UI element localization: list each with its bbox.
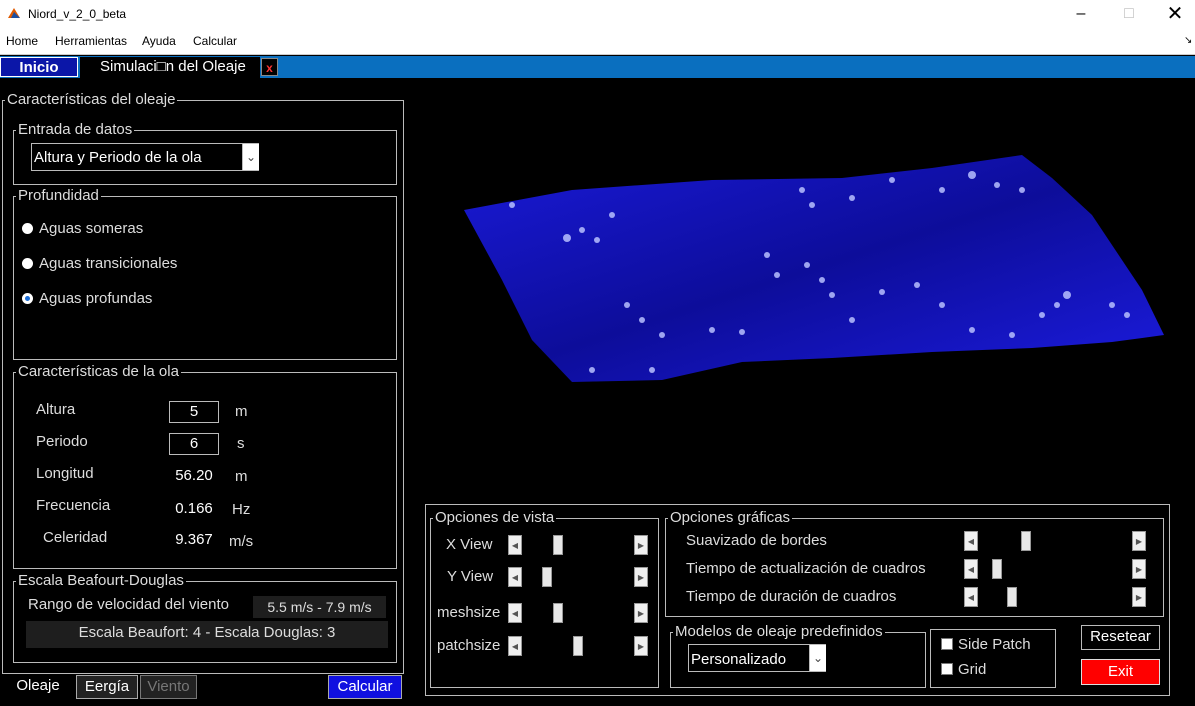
menu-home[interactable]: Home xyxy=(6,34,38,48)
slider-left-arrow-icon[interactable]: ◀ xyxy=(508,567,522,587)
group-title: Modelos de oleaje predefinidos xyxy=(673,623,885,641)
longitud-label: Longitud xyxy=(36,465,94,482)
tab-close-icon[interactable]: x xyxy=(261,58,278,76)
view-slider-label: meshsize xyxy=(437,604,501,621)
slider-right-arrow-icon[interactable]: ▶ xyxy=(634,603,648,623)
radio-label: Aguas someras xyxy=(39,220,144,237)
slider-thumb[interactable] xyxy=(553,603,563,623)
close-window-icon[interactable]: ✕ xyxy=(1152,0,1195,30)
group-title: Escala Beafourt-Douglas xyxy=(16,572,186,590)
radio-aguas-transicionales[interactable] xyxy=(22,258,33,269)
view-slider[interactable]: ◀ ▶ xyxy=(508,636,648,656)
frecuencia-value: 0.166 xyxy=(169,499,219,521)
frecuencia-label: Frecuencia xyxy=(36,497,111,514)
matlab-app-icon xyxy=(8,8,20,18)
longitud-unit: m xyxy=(235,468,248,485)
tab-energia[interactable]: Eergía xyxy=(76,675,138,699)
slider-right-arrow-icon[interactable]: ▶ xyxy=(1132,531,1146,551)
slider-thumb[interactable] xyxy=(553,535,563,555)
longitud-value: 56.20 xyxy=(169,466,219,488)
slider-right-arrow-icon[interactable]: ▶ xyxy=(634,567,648,587)
slider-thumb[interactable] xyxy=(992,559,1002,579)
view-slider-label: Y View xyxy=(447,568,494,585)
slider-right-arrow-icon[interactable]: ▶ xyxy=(634,535,648,555)
periodo-input[interactable]: 6 xyxy=(169,433,219,455)
group-title: Características de la ola xyxy=(16,363,181,381)
slider-left-arrow-icon[interactable]: ◀ xyxy=(508,535,522,555)
minimize-icon[interactable]: – xyxy=(1058,0,1104,30)
periodo-unit: s xyxy=(237,435,245,452)
checkbox-label: Grid xyxy=(958,661,987,678)
panel-title: Características del oleaje xyxy=(5,91,178,109)
group-title: Opciones gráficas xyxy=(668,509,793,527)
slider-right-arrow-icon[interactable]: ▶ xyxy=(1132,559,1146,579)
wind-range-value: 5.5 m/s - 7.9 m/s xyxy=(253,596,386,618)
frecuencia-unit: Hz xyxy=(232,501,251,518)
tab-simulacion[interactable]: Simulaci□n del Oleaje xyxy=(80,57,260,78)
exit-button[interactable]: Exit xyxy=(1081,659,1160,685)
menu-ayuda[interactable]: Ayuda xyxy=(142,34,176,48)
slider-thumb[interactable] xyxy=(542,567,552,587)
altura-label: Altura xyxy=(36,401,76,418)
dropdown-value: Personalizado xyxy=(691,651,787,668)
view-slider[interactable]: ◀ ▶ xyxy=(508,535,648,555)
celeridad-unit: m/s xyxy=(229,533,254,550)
graphic-slider-label: Tiempo de duración de cuadros xyxy=(686,588,897,605)
slider-left-arrow-icon[interactable]: ◀ xyxy=(508,603,522,623)
view-slider-label: X View xyxy=(446,536,493,553)
group-title: Opciones de vista xyxy=(433,509,557,527)
graphic-slider-label: Suavizado de bordes xyxy=(686,532,827,549)
group-title: Entrada de datos xyxy=(16,121,135,139)
chevron-down-icon[interactable]: ⌄ xyxy=(809,645,826,671)
view-slider[interactable]: ◀ ▶ xyxy=(508,567,648,587)
reset-button[interactable]: Resetear xyxy=(1081,625,1160,650)
models-dropdown[interactable]: Personalizado ⌄ xyxy=(688,644,826,672)
radio-aguas-someras[interactable] xyxy=(22,223,33,234)
tab-viento[interactable]: Viento xyxy=(140,675,197,699)
slider-right-arrow-icon[interactable]: ▶ xyxy=(1132,587,1146,607)
wind-range-label: Rango de velocidad del viento xyxy=(28,596,229,613)
slider-thumb[interactable] xyxy=(573,636,583,656)
radio-label: Aguas profundas xyxy=(39,290,153,307)
beaufort-scale-text: Escala Beaufort: 4 - Escala Douglas: 3 xyxy=(26,621,388,648)
maximize-icon[interactable]: □ xyxy=(1106,0,1152,30)
menu-bar xyxy=(0,30,1195,55)
dropdown-value: Altura y Periodo de la ola xyxy=(34,149,202,166)
slider-right-arrow-icon[interactable]: ▶ xyxy=(634,636,648,656)
data-entry-dropdown[interactable]: Altura y Periodo de la ola ⌄ xyxy=(31,143,259,171)
slider-thumb[interactable] xyxy=(1021,531,1031,551)
wave-surface-plot[interactable] xyxy=(412,80,1192,500)
celeridad-label: Celeridad xyxy=(43,529,108,546)
chevron-down-icon[interactable]: ⌄ xyxy=(242,144,259,170)
graphic-slider[interactable]: ◀ ▶ xyxy=(964,559,1146,579)
periodo-label: Periodo xyxy=(36,433,88,450)
window-title: Niord_v_2_0_beta xyxy=(28,7,127,21)
side-patch-checkbox[interactable] xyxy=(941,638,953,650)
calcular-button[interactable]: Calcular xyxy=(328,675,402,699)
radio-label: Aguas transicionales xyxy=(39,255,178,272)
checkbox-label: Side Patch xyxy=(958,636,1031,653)
title-bar xyxy=(0,0,1195,30)
altura-unit: m xyxy=(235,403,248,420)
tab-inicio[interactable]: Inicio xyxy=(0,57,78,77)
view-slider-label: patchsize xyxy=(437,637,501,654)
slider-left-arrow-icon[interactable]: ◀ xyxy=(964,587,978,607)
menu-calcular[interactable]: Calcular xyxy=(193,34,237,48)
graphic-slider-label: Tiempo de actualización de cuadros xyxy=(686,560,926,577)
dock-icon[interactable]: ↘ xyxy=(1184,35,1192,46)
group-title: Profundidad xyxy=(16,187,101,205)
slider-thumb[interactable] xyxy=(1007,587,1017,607)
grid-checkbox[interactable] xyxy=(941,663,953,675)
slider-left-arrow-icon[interactable]: ◀ xyxy=(964,559,978,579)
menu-herramientas[interactable]: Herramientas xyxy=(55,34,127,48)
slider-left-arrow-icon[interactable]: ◀ xyxy=(964,531,978,551)
view-slider[interactable]: ◀ ▶ xyxy=(508,603,648,623)
tab-oleaje[interactable]: Oleaje xyxy=(2,675,74,699)
slider-left-arrow-icon[interactable]: ◀ xyxy=(508,636,522,656)
altura-input[interactable]: 5 xyxy=(169,401,219,423)
graphic-slider[interactable]: ◀ ▶ xyxy=(964,587,1146,607)
graphic-slider[interactable]: ◀ ▶ xyxy=(964,531,1146,551)
radio-aguas-profundas[interactable] xyxy=(22,293,33,304)
celeridad-value: 9.367 xyxy=(169,530,219,552)
